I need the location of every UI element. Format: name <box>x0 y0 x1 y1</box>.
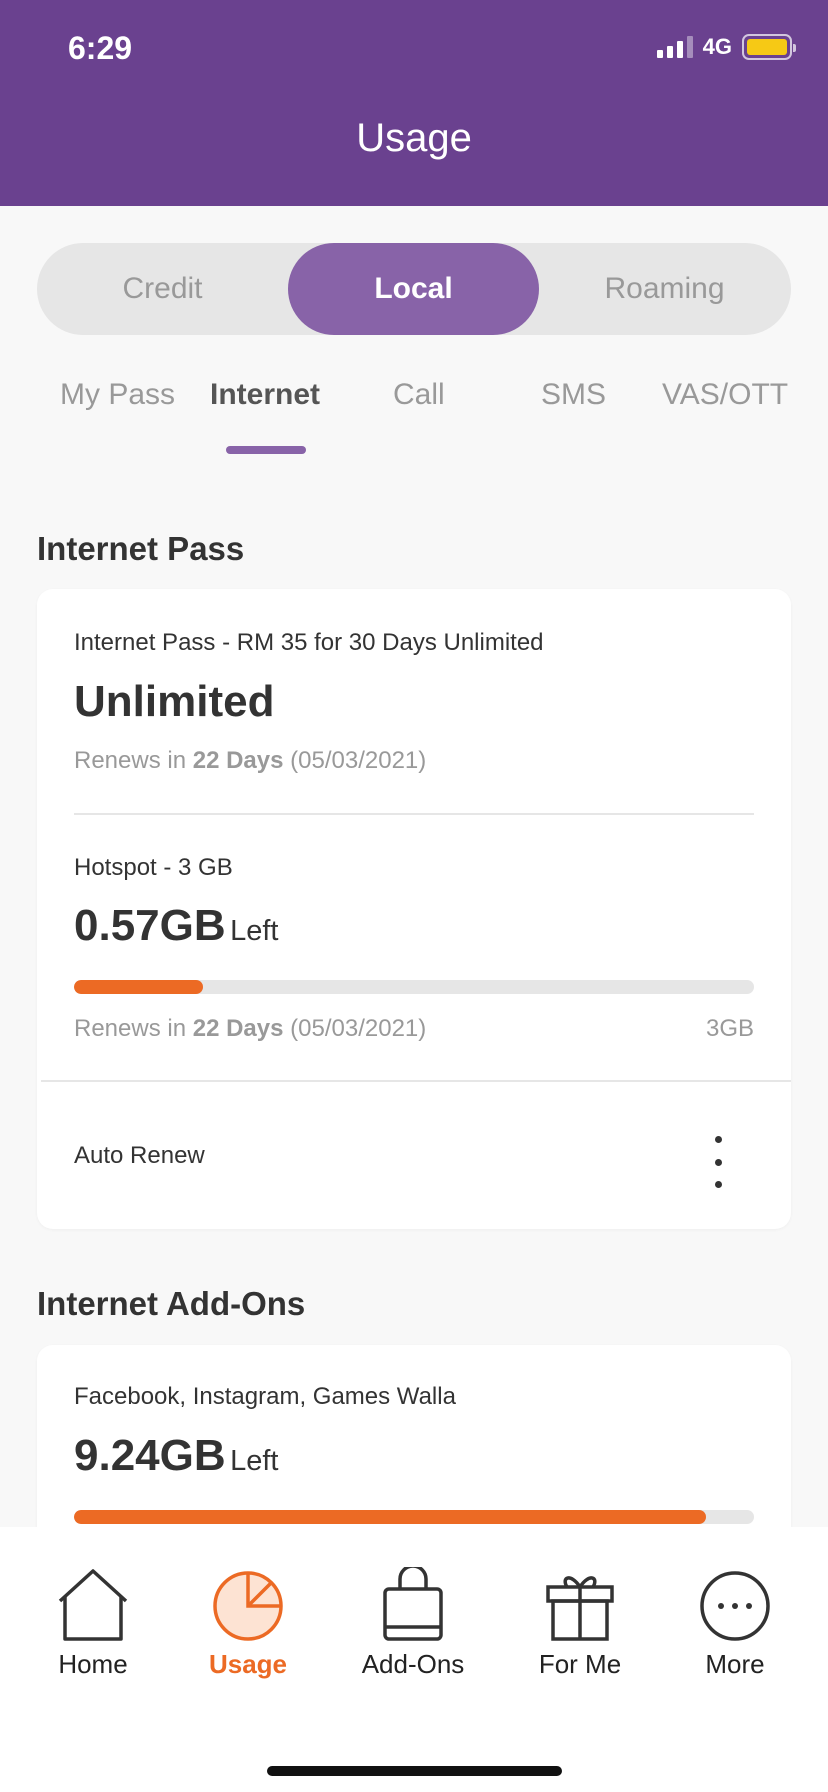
nav-add-ons[interactable]: Add-Ons <box>348 1567 478 1680</box>
addon-amount: 9.24GB <box>74 1431 226 1480</box>
hotspot-renew-date: (05/03/2021) <box>290 1015 427 1042</box>
hotspot-renew-info: Renews in 22 Days (05/03/2021) <box>74 1015 426 1043</box>
segment-roaming[interactable]: Roaming <box>539 243 790 335</box>
hotspot-amount: 0.57GB <box>74 901 226 950</box>
network-type: 4G <box>702 34 732 59</box>
hotspot-name: Hotspot - 3 GB <box>74 854 233 881</box>
hotspot-renew-prefix: Renews in <box>74 1015 187 1042</box>
bottom-navigation: Home Usage Add-Ons For Me More <box>0 1527 828 1792</box>
hotspot-renew-days: 22 Days <box>192 1015 284 1042</box>
usage-type-segmented-control: Credit Local Roaming <box>37 243 791 335</box>
plan-name: Internet Pass - RM 35 for 30 Days Unlimi… <box>74 629 544 656</box>
addon-name: Facebook, Instagram, Games Walla <box>74 1383 456 1410</box>
plan-renew-info: Renews in 22 Days (05/03/2021) <box>74 747 426 775</box>
home-indicator <box>267 1766 562 1776</box>
nav-usage-label: Usage <box>208 1649 288 1679</box>
more-icon <box>700 1571 770 1641</box>
tab-vas-ott[interactable]: VAS/OTT <box>662 378 788 412</box>
nav-usage[interactable]: Usage <box>183 1567 313 1680</box>
nav-for-me-label: For Me <box>538 1649 622 1679</box>
segment-local[interactable]: Local <box>288 243 539 335</box>
nav-home[interactable]: Home <box>28 1567 158 1680</box>
active-tab-indicator <box>226 446 306 454</box>
plan-amount: Unlimited <box>74 677 275 726</box>
gift-icon <box>546 1576 614 1641</box>
status-indicators: 4G <box>656 34 796 60</box>
addon-remaining: 9.24GB Left <box>74 1431 278 1481</box>
card-divider <box>74 813 754 815</box>
tab-internet[interactable]: Internet <box>210 378 320 412</box>
nav-add-ons-label: Add-Ons <box>361 1649 465 1679</box>
plan-renew-prefix: Renews in <box>74 747 187 774</box>
internet-pass-card: Internet Pass - RM 35 for 30 Days Unlimi… <box>37 589 791 1229</box>
signal-icon <box>656 36 693 58</box>
internet-addons-section-title: Internet Add-Ons <box>37 1285 306 1322</box>
page-title: Usage <box>356 116 472 160</box>
app-header: 6:29 4G Usage <box>0 0 828 206</box>
hotspot-progress-bar <box>74 980 754 994</box>
addon-progress-fill <box>74 1510 707 1524</box>
tab-my-pass[interactable]: My Pass <box>60 378 175 412</box>
home-icon <box>58 1569 128 1641</box>
tab-call[interactable]: Call <box>393 378 445 412</box>
nav-more-label: More <box>705 1649 765 1679</box>
tab-sms[interactable]: SMS <box>541 378 606 412</box>
internet-pass-section-title: Internet Pass <box>37 530 245 567</box>
plan-renew-date: (05/03/2021) <box>290 747 427 774</box>
nav-for-me[interactable]: For Me <box>515 1567 645 1680</box>
battery-icon <box>742 34 796 60</box>
status-time: 6:29 <box>68 30 133 66</box>
hotspot-total: 3GB <box>705 1015 754 1042</box>
hotspot-left-label: Left <box>230 915 279 947</box>
nav-home-label: Home <box>58 1649 128 1679</box>
hotspot-progress-fill <box>74 980 204 994</box>
addon-progress-bar <box>74 1510 754 1524</box>
addon-left-label: Left <box>230 1445 279 1477</box>
auto-renew-label: Auto Renew <box>74 1142 205 1169</box>
more-options-icon[interactable] <box>698 1132 738 1192</box>
card-divider <box>41 1080 791 1082</box>
nav-more[interactable]: More <box>670 1567 800 1680</box>
hotspot-remaining: 0.57GB Left <box>74 901 278 951</box>
shopping-bag-icon <box>383 1567 443 1641</box>
pie-chart-icon <box>213 1571 283 1641</box>
plan-renew-days: 22 Days <box>192 747 284 774</box>
segment-credit[interactable]: Credit <box>37 243 288 335</box>
